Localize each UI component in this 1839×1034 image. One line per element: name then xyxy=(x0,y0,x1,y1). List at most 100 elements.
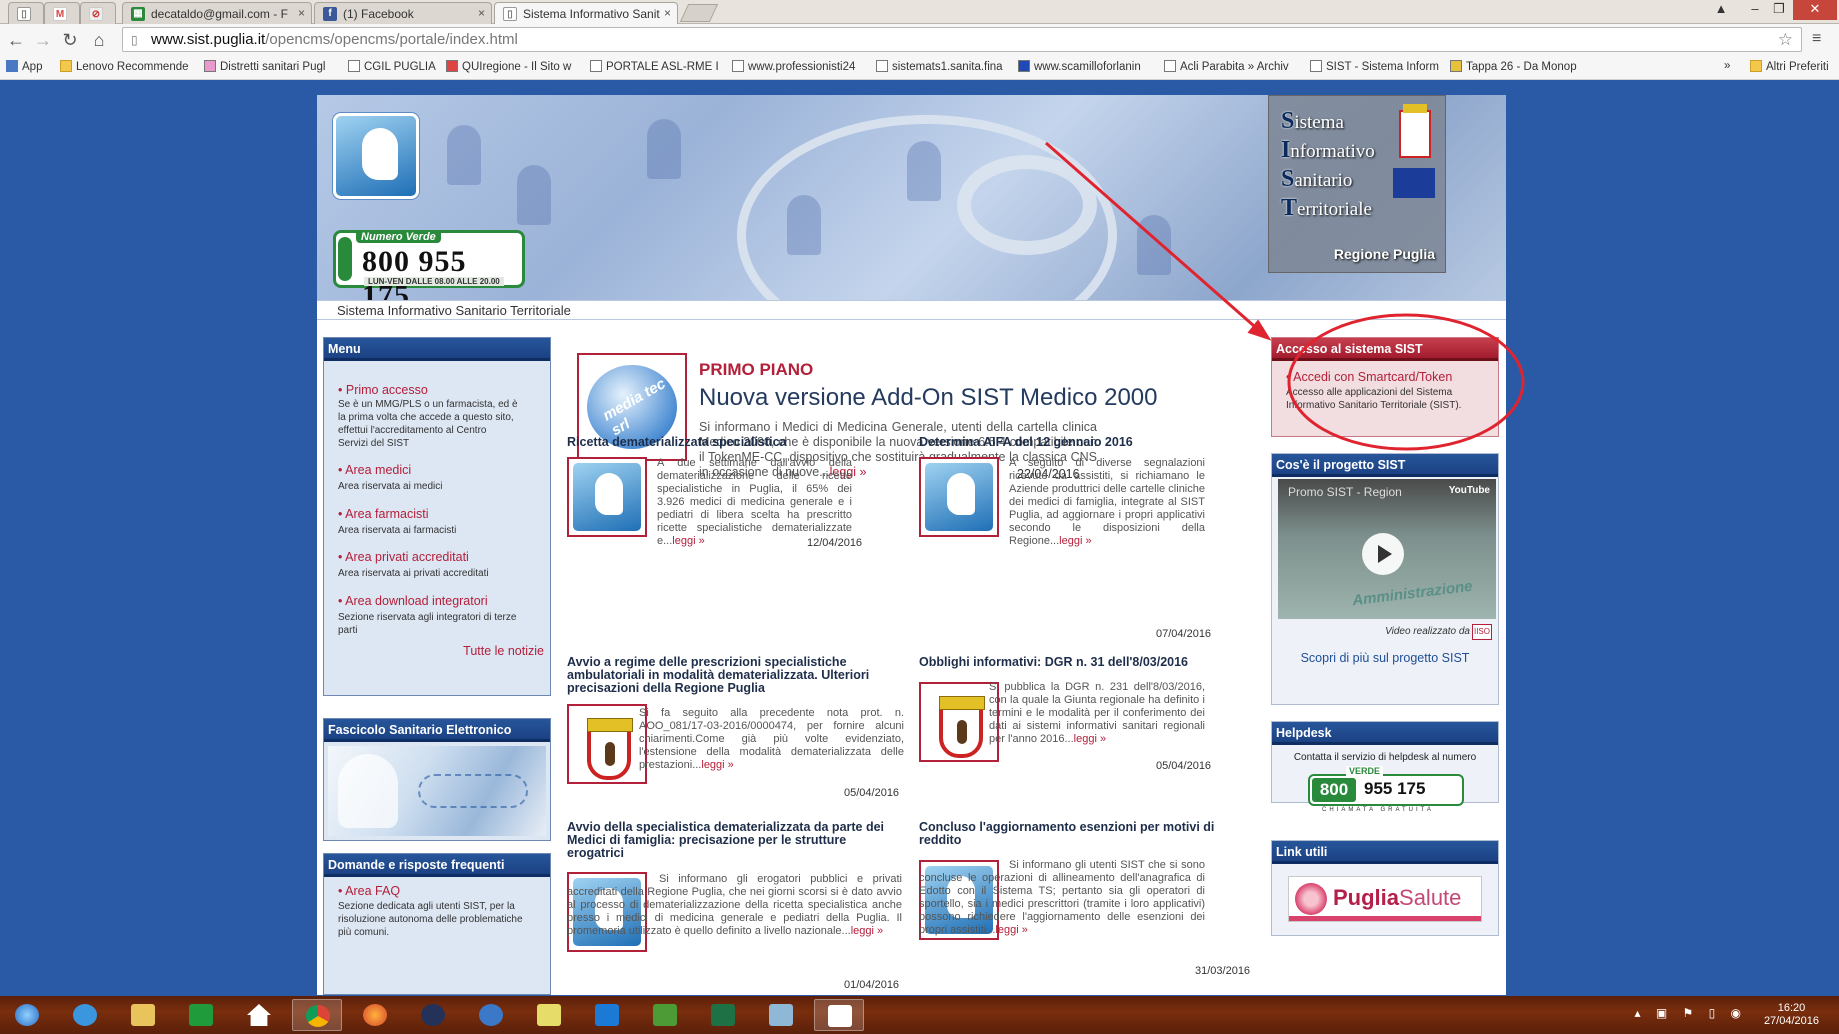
menu-item-area-download[interactable]: Area download integratori xyxy=(338,594,488,608)
window-icon xyxy=(769,1004,793,1026)
tab-facebook[interactable]: f (1) Facebook × xyxy=(314,2,492,24)
menu-item-area-privati[interactable]: Area privati accreditati xyxy=(338,550,469,564)
news-title[interactable]: Ricetta dematerializzata specialistica xyxy=(567,436,867,449)
bookmarks-overflow[interactable]: » xyxy=(1724,60,1730,72)
news-title[interactable]: Obblighi informativi: DGR n. 31 dell'8/0… xyxy=(919,656,1219,669)
taskbar-teamviewer[interactable] xyxy=(582,999,632,1031)
read-more-link[interactable]: leggi » xyxy=(1074,733,1106,745)
all-news-link[interactable]: Tutte le notizie xyxy=(463,644,544,658)
tab-gmail-account[interactable]: ▦ decataldo@gmail.com - F × xyxy=(122,2,312,24)
numero-verde-badge: Numero Verde 800 955 175 LUN-VEN DALLE 0… xyxy=(333,230,525,300)
bookmark-other[interactable]: Altri Preferiti xyxy=(1750,60,1829,73)
progetto-more-link[interactable]: Scopri di più sul progetto SIST xyxy=(1272,651,1498,665)
news-thumb[interactable] xyxy=(919,682,999,762)
play-icon[interactable] xyxy=(1362,533,1404,575)
bookmark-asl[interactable]: PORTALE ASL-RME IN xyxy=(590,60,718,73)
bookmark-apps[interactable]: App xyxy=(6,60,42,73)
menu-item-primo-accesso[interactable]: Primo accesso xyxy=(338,383,428,397)
page-icon: ▯ xyxy=(503,7,517,21)
menu-item-label[interactable]: Area medici xyxy=(338,463,411,477)
reload-icon[interactable]: ↻ xyxy=(59,29,81,51)
taskbar-excel[interactable] xyxy=(698,999,748,1031)
news-thumb[interactable] xyxy=(567,457,647,537)
news-title[interactable]: Avvio a regime delle prescrizioni specia… xyxy=(567,656,902,695)
bookmark-lenovo[interactable]: Lenovo Recommende xyxy=(60,60,190,73)
menu-item-area-farmacisti[interactable]: Area farmacisti xyxy=(338,507,429,521)
menu-item-label[interactable]: Area download integratori xyxy=(338,594,488,608)
news-title[interactable]: Avvio della specialistica dematerializza… xyxy=(567,821,902,860)
menu-item-desc: Area riservata ai medici xyxy=(338,481,443,492)
menu-item-label[interactable]: Accedi con Smartcard/Token xyxy=(1286,370,1452,384)
menu-icon[interactable]: ≡ xyxy=(1812,30,1821,48)
restore-button[interactable]: ❐ xyxy=(1764,0,1794,20)
new-tab-button[interactable] xyxy=(679,4,719,22)
taskbar-app[interactable] xyxy=(524,999,574,1031)
news-thumb[interactable] xyxy=(567,704,647,784)
taskbar-home[interactable] xyxy=(234,999,284,1031)
bookmark-acli[interactable]: Acli Parabita » Archiv xyxy=(1164,60,1298,73)
news-title[interactable]: Concluso l'aggiornamento esenzioni per m… xyxy=(919,821,1219,847)
primo-piano-title[interactable]: Nuova versione Add-On SIST Medico 2000 xyxy=(699,384,1157,412)
menu-item-area-faq[interactable]: Area FAQ xyxy=(338,884,400,898)
bookmark-tappa[interactable]: Tappa 26 - Da Monop xyxy=(1450,60,1590,73)
menu-item-label[interactable]: Area FAQ xyxy=(338,884,400,898)
bookmark-sistemats[interactable]: sistemats1.sanita.fina xyxy=(876,60,1006,73)
read-more-link[interactable]: leggi » xyxy=(1059,535,1091,547)
tab-close-icon[interactable]: × xyxy=(298,6,305,20)
firefox-icon xyxy=(363,1004,387,1026)
tab-close-icon[interactable]: × xyxy=(478,6,485,20)
clock[interactable]: 16:20 27/04/2016 xyxy=(1764,1002,1819,1028)
network-graphic xyxy=(418,774,528,808)
taskbar-mitel[interactable] xyxy=(408,999,458,1031)
back-icon[interactable]: ← xyxy=(5,29,27,51)
system-tray[interactable]: ▴ ▣ ⚑ ▯ ◉ xyxy=(1634,1006,1747,1020)
start-button[interactable] xyxy=(2,999,52,1031)
document-icon xyxy=(828,1005,852,1027)
bookmark-star-icon[interactable]: ☆ xyxy=(1778,30,1793,50)
taskbar-chrome[interactable] xyxy=(292,999,342,1031)
taskbar-explorer[interactable] xyxy=(118,999,168,1031)
read-more-link[interactable]: leggi » xyxy=(851,925,883,937)
read-more-link[interactable]: leggi » xyxy=(701,759,733,771)
fse-panel[interactable]: Fascicolo Sanitario Elettronico xyxy=(323,718,551,841)
tab-gmail[interactable]: M xyxy=(44,2,80,24)
read-more-link[interactable]: leggi » xyxy=(672,535,704,547)
bookmark-professionisti[interactable]: www.professionisti24 xyxy=(732,60,858,73)
user-icon[interactable]: ▲ xyxy=(1706,0,1736,20)
taskbar-word[interactable] xyxy=(814,999,864,1031)
close-button[interactable]: ✕ xyxy=(1793,0,1837,20)
news-thumb[interactable] xyxy=(919,457,999,537)
bookmark-quiregione[interactable]: QUIregione - Il Sito w xyxy=(446,60,576,73)
fse-image[interactable] xyxy=(328,746,546,836)
youtube-video[interactable]: Promo SIST - Region YouTube Amministrazi… xyxy=(1278,479,1496,619)
taskbar-store[interactable] xyxy=(176,999,226,1031)
tab-close-icon[interactable]: × xyxy=(664,6,671,20)
taskbar-app2[interactable] xyxy=(756,999,806,1031)
bookmark-scamillo[interactable]: www.scamilloforlanin xyxy=(1018,60,1152,73)
menu-item-label[interactable]: Primo accesso xyxy=(338,383,428,397)
tab-blank[interactable]: ▯ xyxy=(8,2,44,24)
puglia-salute-logo[interactable]: PugliaSalute xyxy=(1288,876,1482,922)
news-body: A due settimane dall'avvio della demater… xyxy=(657,457,852,547)
menu-item-label[interactable]: Area farmacisti xyxy=(338,507,429,521)
taskbar-firefox[interactable] xyxy=(350,999,400,1031)
taskbar-project[interactable] xyxy=(640,999,690,1031)
forward-icon[interactable]: → xyxy=(32,29,54,51)
taskbar-thunderbird[interactable] xyxy=(466,999,516,1031)
sist-word: erritoriale xyxy=(1297,199,1372,220)
url-input[interactable]: ▯ www.sist.puglia.it/opencms/opencms/por… xyxy=(122,27,1802,52)
menu-item-area-medici[interactable]: Area medici xyxy=(338,463,411,477)
bookmark-distretti[interactable]: Distretti sanitari Pugl xyxy=(204,60,334,73)
credit-logo[interactable]: IISO xyxy=(1472,624,1492,640)
tab-muted[interactable]: ⊘ xyxy=(80,2,116,24)
taskbar-ie[interactable] xyxy=(60,999,110,1031)
bookmark-cgil[interactable]: CGIL PUGLIA xyxy=(348,60,438,73)
news-title[interactable]: Determina AIFA del 12 gennaio 2016 xyxy=(919,436,1219,449)
home-icon[interactable]: ⌂ xyxy=(88,29,110,51)
smartcard-login-link[interactable]: Accedi con Smartcard/Token xyxy=(1286,370,1452,384)
menu-item-label[interactable]: Area privati accreditati xyxy=(338,550,469,564)
sist-logo[interactable] xyxy=(333,113,419,199)
tab-sist[interactable]: ▯ Sistema Informativo Sanit × xyxy=(494,2,678,25)
bookmark-sist[interactable]: SIST - Sistema Inform xyxy=(1310,60,1444,73)
read-more-link[interactable]: leggi » xyxy=(995,924,1027,936)
